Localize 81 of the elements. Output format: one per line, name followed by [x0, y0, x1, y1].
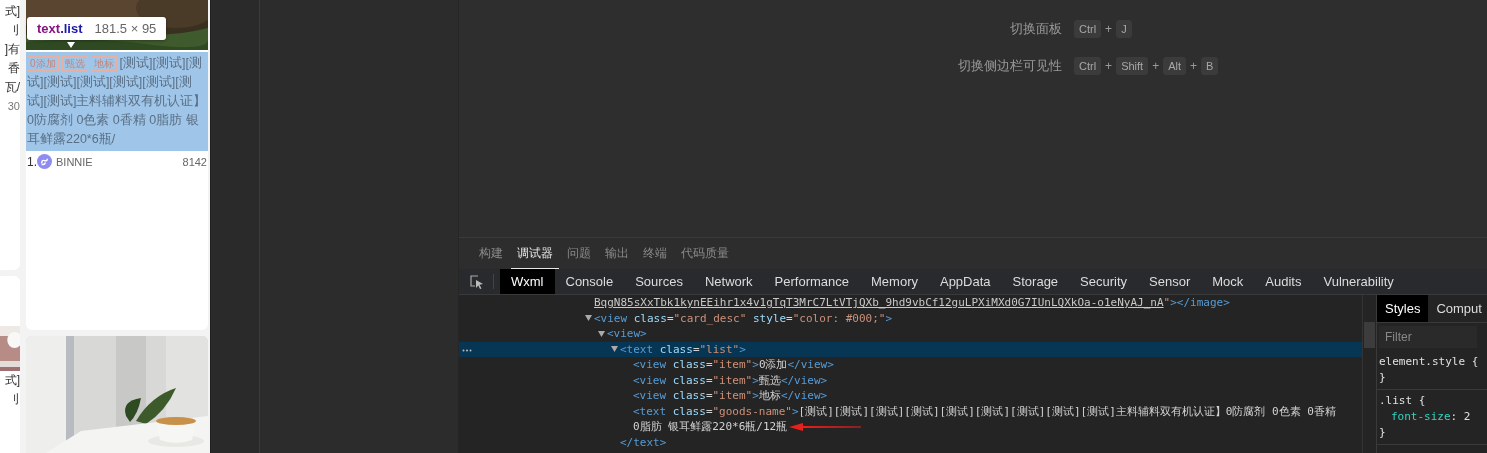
code-line: <view class="item">地标</view>: [633, 388, 828, 404]
cut-text: 瓦/: [4, 79, 20, 96]
code-line: <view>: [607, 327, 647, 341]
product-description: 0添加 甄选 地标 [测试][测试][测试][测试][测试][测试][测试][测试][测试]主料辅料双有机认证】0防腐剂 0色素 0香精 0脂肪 银耳鲜露220*6瓶/: [26, 52, 208, 151]
cut-text: ]有: [4, 41, 20, 58]
plus-sign: +: [1105, 22, 1113, 36]
devtools-tab[interactable]: Vulnerability: [1312, 269, 1405, 294]
devtools-tab[interactable]: Sources: [624, 269, 694, 294]
css-selector: element.style {: [1379, 354, 1480, 370]
css-brace: }: [1379, 425, 1387, 441]
tree-row[interactable]: <view>: [459, 326, 1362, 342]
tree-row[interactable]: BqgN85sXxTbk1kynEEihr1x4v1gTqT3MrC7LtVTjQXb_9hd9vbCf12guLPXiMXd0G7IUnLQXkOa-o1eNyAJ_nA"></image>: [459, 295, 1362, 311]
code-line: <text class="list">: [620, 342, 746, 356]
panel-tab[interactable]: 构建: [473, 238, 509, 269]
ellipsis-icon[interactable]: [462, 348, 472, 352]
keycap: Ctrl: [1074, 20, 1102, 38]
styles-tab[interactable]: Comput: [1428, 295, 1487, 322]
panel-tab[interactable]: 问题: [561, 238, 597, 269]
keycap: Ctrl: [1074, 57, 1102, 75]
plus-sign: +: [1105, 59, 1113, 73]
css-brace: }: [1379, 370, 1387, 386]
tree-row[interactable]: </text>: [459, 434, 1362, 450]
keycap: B: [1201, 57, 1219, 75]
css-declaration: font-size: 2: [1390, 409, 1472, 425]
devtools-tab[interactable]: Wxml: [500, 269, 555, 294]
tree-row[interactable]: <view class="card_desc" style="color: #000;">: [459, 310, 1362, 326]
expand-toggle-icon[interactable]: [610, 345, 620, 354]
element-selector: text.list: [37, 21, 83, 36]
styles-tab[interactable]: Styles: [1377, 295, 1429, 322]
element-size: 181.5 × 95: [94, 21, 157, 36]
keycap: J: [1116, 20, 1132, 38]
code-line: </text>: [620, 435, 667, 449]
scrollbar[interactable]: [1362, 295, 1376, 453]
tooltip-pointer-icon: [67, 42, 75, 48]
css-selector: .list {: [1379, 393, 1427, 409]
cut-text: 式]: [4, 3, 20, 20]
expand-toggle-icon[interactable]: [584, 314, 594, 323]
keycap: Alt: [1163, 57, 1186, 75]
code-line: BqgN85sXxTbk1kynEEihr1x4v1gTqT3MrC7LtVTjQXb_9hd9vbCf12guLPXiMXd0G7IUnLQXkOa-o1eNyAJ_nA"></image>: [594, 296, 1230, 310]
cut-text: 刂: [8, 22, 20, 39]
logo-icon: [37, 154, 52, 169]
panel-tab[interactable]: 终端: [637, 238, 673, 269]
filter-field[interactable]: Filter: [1379, 326, 1477, 348]
shortcut-label: 切换面板: [1010, 20, 1062, 38]
plus-sign: +: [1152, 59, 1160, 73]
plus-sign: +: [1190, 59, 1197, 73]
panel-tab[interactable]: 输出: [599, 238, 635, 269]
cut-text: 式]: [4, 372, 20, 389]
rank-text: 1.: [27, 154, 37, 169]
code-line: 0脂肪 银耳鲜露220*6瓶/12瓶: [633, 419, 788, 435]
devtools-tab[interactable]: Console: [554, 269, 625, 294]
devtools-tab[interactable]: Memory: [860, 269, 929, 294]
cut-text: 刂: [8, 391, 20, 408]
tree-row[interactable]: 0脂肪 银耳鲜露220*6瓶/12瓶: [459, 419, 1362, 435]
devtools-tab[interactable]: Mock: [1201, 269, 1255, 294]
devtools-tab[interactable]: AppData: [928, 269, 1002, 294]
devtools-tab[interactable]: Network: [693, 269, 764, 294]
tree-row[interactable]: <view class="item">甄选</view>: [459, 372, 1362, 388]
code-line: <text class="goods-name">[测试][测试][测试][测试][测试][测试][测试][测试][测试]主料辅料双有机认证】0防腐剂 0色素 0香精: [633, 403, 1336, 419]
panel-tab[interactable]: 代码质量: [675, 238, 735, 269]
tree-row[interactable]: <text class="goods-name">[测试][测试][测试][测试][测试][测试][测试][测试][测试]主料辅料双有机认证】0防腐剂 0色素 0香精: [459, 403, 1362, 419]
product-card[interactable]: 0添加 甄选 地标 [测试][测试][测试][测试][测试][测试][测试][测试][测试]主料辅料双有机认证】0防腐剂 0色素 0香精 0脂肪 银耳鲜露220*6瓶/ 1. BINNIE 8142 text.list 181.5 × 95: [26, 0, 208, 330]
tree-row[interactable]: <text class="list">: [459, 341, 1362, 357]
devtools-tab[interactable]: Audits: [1254, 269, 1313, 294]
code-line: <view class="item">甄选</view>: [633, 372, 828, 388]
cut-text: 香: [8, 60, 20, 77]
expand-toggle-icon[interactable]: [597, 329, 607, 338]
code-line: <view class="item">0添加</view>: [633, 357, 834, 373]
devtools-tab[interactable]: Performance: [763, 269, 860, 294]
devtools-tab[interactable]: Storage: [1001, 269, 1070, 294]
author-name: BINNIE: [56, 155, 94, 168]
code-line: <view class="card_desc" style="color: #000;">: [594, 311, 893, 325]
cut-text: 30: [7, 99, 20, 114]
shortcut-label: 切换侧边栏可见性: [958, 57, 1062, 75]
devtools-tab[interactable]: Sensor: [1138, 269, 1202, 294]
keycap: Shift: [1116, 57, 1149, 75]
tree-row[interactable]: <view class="item">0添加</view>: [459, 357, 1362, 373]
tree-row[interactable]: <view class="item">地标</view>: [459, 388, 1362, 404]
inspect-icon[interactable]: [469, 273, 485, 290]
like-count: 8142: [182, 155, 207, 168]
devtools-tab[interactable]: Security: [1069, 269, 1139, 294]
